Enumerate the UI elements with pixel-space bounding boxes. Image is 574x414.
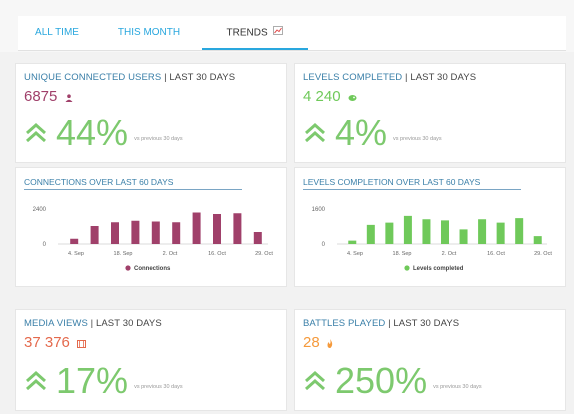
- chart-bar: [533, 236, 542, 244]
- levels-count: 4 240: [303, 88, 341, 105]
- media-count-row: 37 376: [24, 334, 87, 352]
- levels-chart: 1600 0 4. Sep 18. Sep 2. Oct 16. Oct 29. Oct Le…: [312, 207, 553, 272]
- connections-chart: 2400 0 4. Sep 18. Sep 2. Oct 16. Oct 29. Oct Co…: [33, 207, 274, 272]
- film-icon: [77, 335, 87, 352]
- flame-icon: [327, 335, 333, 352]
- card-title: LEVELS COMPLETED | LAST 30 DAYS: [303, 72, 477, 83]
- chart-bar: [366, 224, 375, 244]
- battles-count-row: 28: [303, 334, 333, 352]
- tab-trends-label: TRENDS: [226, 27, 268, 39]
- stat-card-users: UNIQUE CONNECTED USERS | LAST 30 DAYS 68…: [16, 64, 286, 162]
- chart-bar: [515, 218, 524, 244]
- tab-bar: ALL TIME THIS MONTH TRENDS: [18, 16, 566, 51]
- users-count-row: 6875: [24, 88, 73, 106]
- legend-label: Connections: [134, 266, 171, 272]
- battles-change-value: 250%: [335, 360, 428, 401]
- chart-bar: [131, 220, 140, 244]
- chart-bar: [253, 232, 262, 244]
- chart-bar: [348, 240, 357, 244]
- levels-change: 4% vs previous 30 days: [303, 112, 442, 154]
- battles-count: 28: [303, 334, 320, 351]
- stat-card-media: MEDIA VIEWS | LAST 30 DAYS 37 376 17% vs…: [16, 310, 286, 410]
- trend-chart-icon: [273, 16, 284, 50]
- battles-title: BATTLES PLAYED: [303, 318, 386, 329]
- double-chevron-up-icon: [26, 122, 46, 143]
- x-tick-label: 29. Oct: [534, 251, 552, 257]
- tab-trends[interactable]: TRENDS: [202, 16, 308, 50]
- chart-bar: [172, 222, 181, 244]
- stat-card-levels: LEVELS COMPLETED | LAST 30 DAYS 4 240 4%…: [295, 64, 565, 162]
- y-tick-label: 0: [43, 242, 47, 248]
- legend-label: Levels completed: [413, 266, 464, 272]
- chart-bar: [496, 222, 505, 244]
- battles-period: LAST 30 DAYS: [393, 318, 460, 329]
- y-tick-label: 0: [322, 242, 326, 248]
- levels-chart-card: LEVELS COMPLETION OVER LAST 60 DAYS 1600…: [295, 168, 565, 286]
- chart-bar: [90, 226, 99, 244]
- media-title: MEDIA VIEWS: [24, 318, 88, 329]
- card-title: MEDIA VIEWS | LAST 30 DAYS: [24, 318, 162, 329]
- users-change-value: 44%: [56, 112, 129, 153]
- gamepad-icon: [348, 89, 357, 106]
- media-change: 17% vs previous 30 days: [24, 360, 183, 402]
- y-tick-label: 1600: [312, 207, 326, 213]
- chart-bar: [192, 212, 201, 244]
- battles-vs-label: vs previous 30 days: [433, 384, 482, 390]
- double-chevron-up-icon: [305, 122, 325, 143]
- users-period: LAST 30 DAYS: [169, 72, 236, 83]
- x-tick-label: 4. Sep: [68, 251, 84, 257]
- legend-marker: [404, 265, 410, 271]
- chart-bar: [111, 222, 119, 244]
- x-tick-label: 18. Sep: [114, 251, 133, 257]
- chart-bar: [70, 238, 79, 244]
- y-tick-label: 2400: [33, 207, 47, 213]
- x-tick-label: 16. Oct: [208, 251, 226, 257]
- users-change: 44% vs previous 30 days: [24, 112, 183, 154]
- media-count: 37 376: [24, 334, 70, 351]
- chart-bar: [478, 219, 487, 244]
- x-tick-label: 2. Oct: [442, 251, 457, 257]
- x-tick-label: 4. Sep: [347, 251, 363, 257]
- levels-count-row: 4 240: [303, 88, 357, 106]
- card-title: BATTLES PLAYED | LAST 30 DAYS: [303, 318, 460, 329]
- tab-all-time[interactable]: ALL TIME: [18, 16, 96, 50]
- chart-bar: [233, 213, 242, 244]
- levels-title: LEVELS COMPLETED: [303, 72, 403, 83]
- chart-bar: [403, 215, 412, 244]
- users-title: UNIQUE CONNECTED USERS: [24, 72, 162, 83]
- person-icon: [65, 89, 73, 106]
- card-title: UNIQUE CONNECTED USERS | LAST 30 DAYS: [24, 72, 236, 83]
- media-vs-label: vs previous 30 days: [134, 384, 183, 390]
- tab-this-month[interactable]: THIS MONTH: [96, 16, 202, 50]
- chart-bar: [213, 214, 221, 244]
- battles-change: 250% vs previous 30 days: [303, 360, 482, 402]
- legend-marker: [125, 265, 131, 271]
- chart-bar: [151, 221, 160, 244]
- chart-bar: [459, 229, 468, 244]
- tab-strip: ALL TIME THIS MONTH TRENDS: [0, 0, 574, 52]
- levels-period: LAST 30 DAYS: [410, 72, 477, 83]
- double-chevron-up-icon: [305, 370, 325, 391]
- x-tick-label: 16. Oct: [487, 251, 505, 257]
- double-chevron-up-icon: [26, 370, 46, 391]
- chart-bar: [385, 222, 394, 244]
- users-vs-label: vs previous 30 days: [134, 136, 183, 142]
- levels-change-value: 4%: [335, 112, 388, 153]
- x-tick-label: 2. Oct: [163, 251, 178, 257]
- stat-card-battles: BATTLES PLAYED | LAST 30 DAYS 28 250% vs…: [295, 310, 565, 410]
- x-tick-label: 18. Sep: [393, 251, 412, 257]
- users-count: 6875: [24, 88, 58, 105]
- media-period: LAST 30 DAYS: [95, 318, 162, 329]
- x-tick-label: 29. Oct: [255, 251, 273, 257]
- chart-bar: [441, 220, 449, 244]
- connections-chart-card: CONNECTIONS OVER LAST 60 DAYS 2400 0 4. Se…: [16, 168, 286, 286]
- chart-bar: [422, 219, 431, 244]
- levels-vs-label: vs previous 30 days: [393, 136, 442, 142]
- media-change-value: 17%: [56, 360, 129, 401]
